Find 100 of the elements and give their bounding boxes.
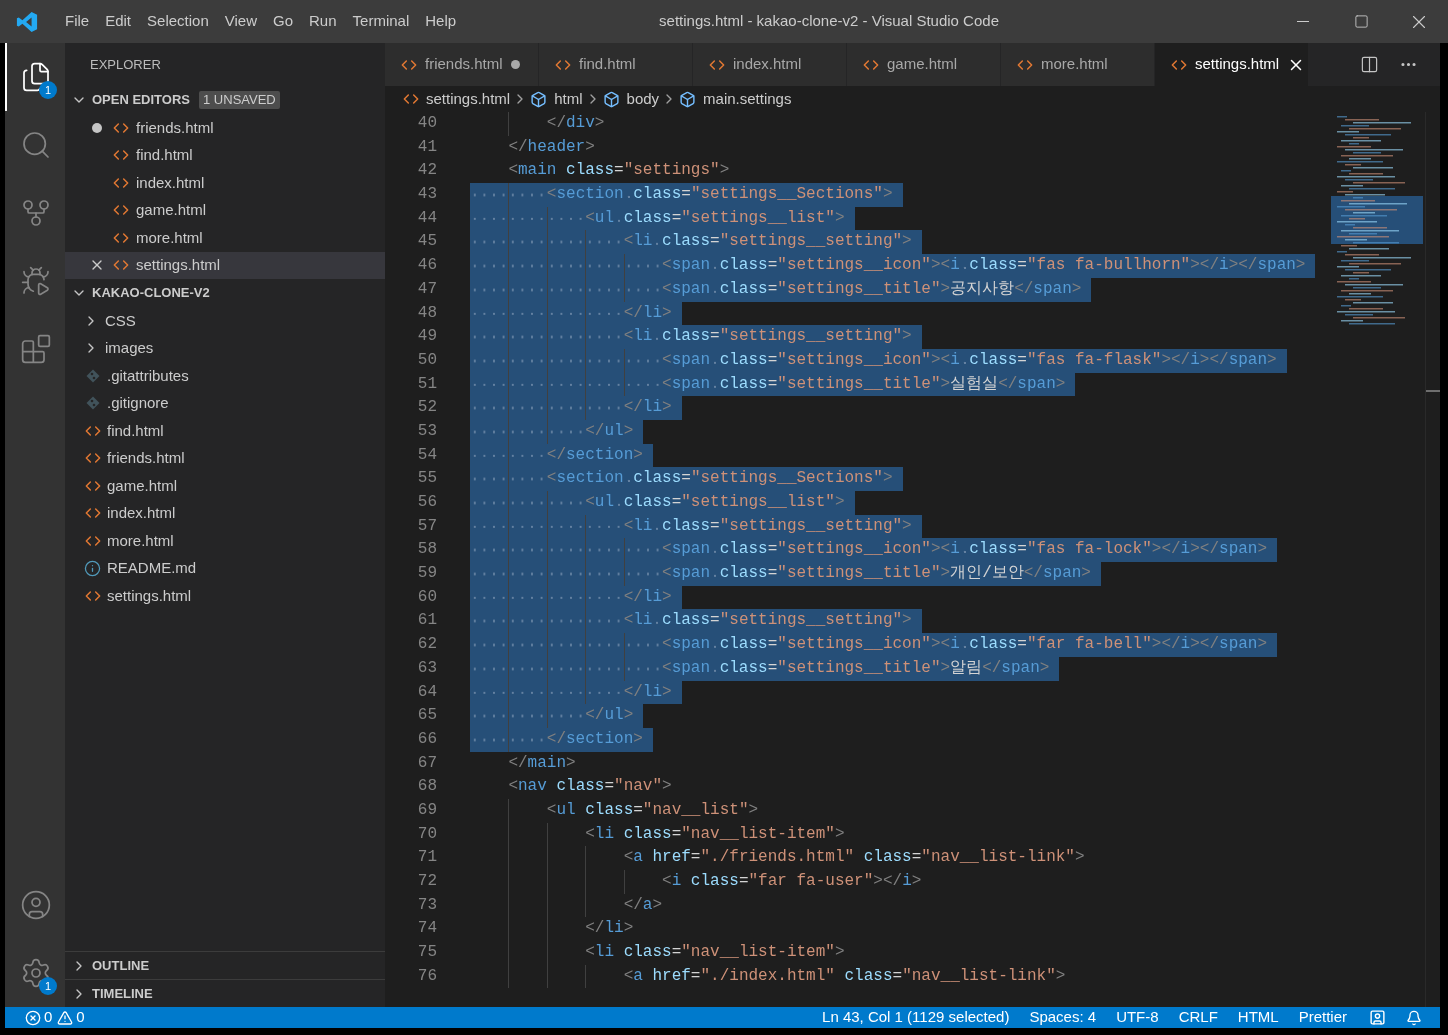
notification-icon[interactable] [1406, 1009, 1422, 1026]
editor-tab[interactable]: game.html [847, 43, 1001, 86]
explorer-entry[interactable]: settings.html [65, 582, 385, 610]
branch-icon [20, 197, 52, 229]
folder-name: CSS [105, 310, 136, 331]
search-icon [20, 129, 52, 161]
split-editor-icon[interactable] [1360, 55, 1379, 74]
editor-tab[interactable]: more.html [1001, 43, 1155, 86]
line-number: 45 [416, 231, 437, 253]
breadcrumb-item[interactable]: main.settings [703, 87, 792, 111]
editor-tab[interactable]: friends.html [385, 43, 539, 86]
line-number: 65 [416, 705, 437, 727]
status-item[interactable]: HTML [1227, 1006, 1289, 1029]
open-editor-item[interactable]: friends.html [65, 114, 385, 142]
feedback-icon[interactable] [1369, 1009, 1386, 1026]
explorer-entry[interactable]: .gitattributes [65, 362, 385, 390]
line-number: 40 [416, 113, 437, 134]
scrollbar[interactable] [1425, 112, 1440, 1007]
app-logo-icon [16, 10, 38, 33]
editor-tab[interactable]: find.html [539, 43, 693, 86]
line-number: 42 [416, 160, 437, 182]
files-icon [20, 61, 52, 93]
line-number: 69 [416, 799, 437, 821]
open-editor-item[interactable]: index.html [65, 169, 385, 197]
explorer-entry[interactable]: index.html [65, 499, 385, 527]
section-title: TIMELINE [92, 984, 153, 1003]
file-name: friends.html [107, 448, 185, 468]
file-name: game.html [136, 200, 207, 220]
line-number: 76 [416, 965, 437, 987]
code-line: <ul class="nav__list"> [470, 798, 759, 823]
breadcrumb-item[interactable]: body [626, 87, 660, 111]
status-item[interactable]: Ln 43, Col 1 (1129 selected) [812, 1006, 1020, 1029]
section-header[interactable]: OPEN EDITORS 1 UNSAVED [65, 86, 385, 114]
problems-indicator[interactable]: 0 0 [25, 1006, 85, 1029]
code-line: <a href="./friends.html" class="nav__list-link"> [470, 846, 1085, 870]
folder-row[interactable]: CSS [65, 307, 385, 335]
breadcrumb-item[interactable]: settings.html [426, 87, 511, 111]
line-number: 44 [416, 207, 437, 229]
file-name: more.html [136, 227, 203, 248]
cube-icon [679, 90, 697, 108]
explorer-entry[interactable]: game.html [65, 472, 385, 500]
cube-icon [602, 90, 620, 108]
status-item[interactable]: CRLF [1168, 1006, 1228, 1029]
blocks-icon [20, 333, 52, 365]
explorer-entry[interactable]: find.html [65, 417, 385, 445]
breadcrumb-item[interactable]: html [554, 87, 583, 111]
info-icon [84, 559, 101, 577]
line-number: 57 [416, 515, 437, 537]
badge: 1 [39, 977, 57, 995]
line-number: 71 [416, 847, 437, 869]
section-header[interactable]: KAKAO-CLONE-V2 [65, 279, 385, 307]
explorer-entry[interactable]: README.md [65, 554, 385, 582]
editor-tab[interactable]: index.html [693, 43, 847, 86]
menu-item[interactable]: Terminal [344, 10, 418, 33]
status-item[interactable]: UTF-8 [1106, 1006, 1169, 1029]
section-title: OUTLINE [92, 956, 150, 975]
line-number: 67 [416, 752, 437, 774]
menu-item[interactable]: View [216, 10, 265, 33]
code-line: <li class="nav__list-item"> [470, 822, 845, 847]
sidebar-title: EXPLORER [90, 55, 161, 74]
folder-name: images [105, 338, 154, 358]
status-item[interactable]: Prettier [1288, 1006, 1357, 1029]
menu-item[interactable]: Edit [97, 10, 140, 33]
line-number: 74 [416, 918, 437, 940]
diamond-icon [85, 368, 100, 383]
explorer-entry[interactable]: more.html [65, 527, 385, 555]
section-header[interactable]: OUTLINE [65, 951, 385, 979]
file-name: index.html [107, 503, 176, 523]
code-line: </main> [507, 752, 576, 774]
settings-icon [20, 957, 52, 989]
folder-row[interactable]: images [65, 334, 385, 362]
file-name: .gitattributes [107, 365, 189, 386]
line-number: 62 [416, 634, 437, 656]
open-editor-item[interactable]: more.html [65, 224, 385, 252]
code-line: <a href="./index.html" class="nav__list-link"> [470, 964, 1066, 989]
window-title: settings.html - kakao-clone-v2 - Visual Studio Code [658, 11, 1000, 32]
menu-item[interactable]: Help [417, 10, 465, 33]
explorer-entry[interactable]: .gitignore [65, 389, 385, 417]
menu-item[interactable]: Run [301, 10, 345, 33]
explorer-entry[interactable]: friends.html [65, 444, 385, 472]
line-number: 55 [416, 468, 437, 490]
line-number: 59 [416, 563, 437, 585]
file-name: .gitignore [107, 393, 169, 413]
play-bug-icon [20, 265, 52, 297]
editor-tab[interactable]: settings.html [1155, 43, 1309, 86]
angle-brackets-icon [403, 91, 419, 107]
open-editor-item[interactable]: find.html [65, 141, 385, 169]
line-number: 54 [416, 444, 437, 466]
open-editor-item[interactable]: game.html [65, 196, 385, 224]
line-number: 50 [416, 349, 437, 371]
menu-item[interactable]: Go [265, 10, 301, 33]
menu-item[interactable]: File [57, 10, 98, 33]
line-number: 66 [416, 728, 437, 750]
open-editor-item[interactable]: settings.html [65, 251, 385, 279]
line-number: 53 [416, 420, 437, 442]
line-number: 60 [416, 586, 437, 608]
file-name: settings.html [107, 585, 192, 606]
status-item[interactable]: Spaces: 4 [1019, 1006, 1107, 1029]
activity-bar-item[interactable]: 1 [5, 939, 65, 1007]
menu-item[interactable]: Selection [139, 10, 217, 33]
